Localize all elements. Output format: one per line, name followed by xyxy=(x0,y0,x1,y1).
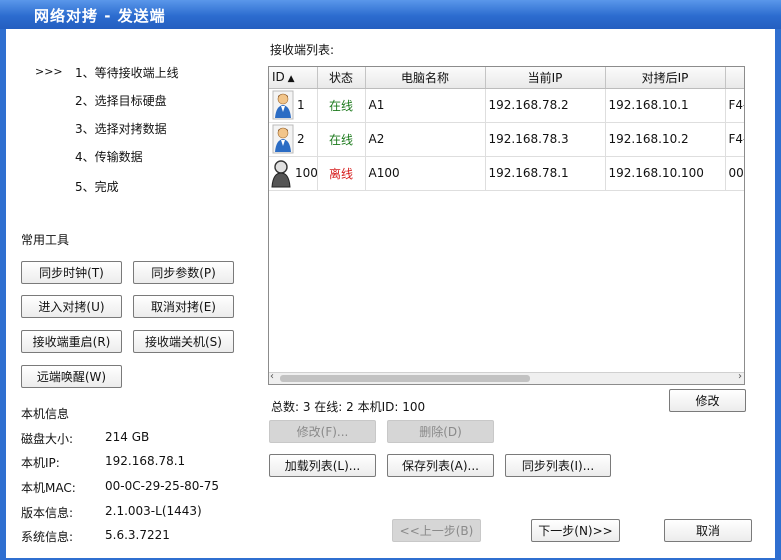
step-5: 5、完成 xyxy=(75,180,119,194)
table-row[interactable]: 2 在线 A2 192.168.78.3 192.168.10.2 F4- xyxy=(269,122,744,157)
user-online-icon xyxy=(272,124,294,154)
current-step-marker: >>> xyxy=(35,65,63,78)
row-computer-name: A1 xyxy=(365,88,486,123)
row-mac: 00- xyxy=(725,156,744,191)
next-step-button[interactable]: 下一步(N)>> xyxy=(531,519,620,542)
row-current-ip: 192.168.78.2 xyxy=(485,88,606,123)
column-header-status[interactable]: 状态 xyxy=(317,67,366,89)
row-computer-name: A100 xyxy=(365,156,486,191)
scrollbar-thumb[interactable] xyxy=(280,375,530,382)
row-status: 在线 xyxy=(317,88,366,123)
receiver-table[interactable]: ID ▲ 状态 电脑名称 当前IP 对拷后IP 1 在线 A1 192.168.… xyxy=(268,66,745,385)
remote-wake-button[interactable]: 远端唤醒(W) xyxy=(21,365,122,388)
sync-params-button[interactable]: 同步参数(P) xyxy=(133,261,234,284)
enter-copy-button[interactable]: 进入对拷(U) xyxy=(21,295,122,318)
sort-ascending-icon: ▲ xyxy=(284,74,295,85)
window-title: 网络对拷 - 发送端 xyxy=(0,0,781,29)
row-status: 离线 xyxy=(317,156,366,191)
table-row[interactable]: 1 在线 A1 192.168.78.2 192.168.10.1 F4- xyxy=(269,88,744,123)
row-mac: F4- xyxy=(725,122,744,157)
horizontal-scrollbar[interactable]: ‹ › xyxy=(269,371,744,384)
tools-title: 常用工具 xyxy=(21,233,70,247)
sync-list-button[interactable]: 同步列表(I)... xyxy=(505,454,611,477)
row-id: 2 xyxy=(297,132,305,146)
row-mac: F4- xyxy=(725,88,744,123)
delete-entry-button[interactable]: 删除(D) xyxy=(387,420,494,443)
local-ip-label: 本机IP: xyxy=(21,456,60,470)
row-current-ip: 192.168.78.1 xyxy=(485,156,606,191)
row-computer-name: A2 xyxy=(365,122,486,157)
row-after-ip: 192.168.10.100 xyxy=(605,156,726,191)
version-value: 2.1.003-L(1443) xyxy=(105,504,202,518)
step-3: 3、选择对拷数据 xyxy=(75,122,167,136)
modify-button[interactable]: 修改 xyxy=(669,389,746,412)
row-id: 1 xyxy=(297,98,305,112)
main-panel: >>> 1、等待接收端上线 2、选择目标硬盘 3、选择对拷数据 4、传输数据 5… xyxy=(6,29,775,558)
row-after-ip: 192.168.10.1 xyxy=(605,88,726,123)
scroll-left-icon[interactable]: ‹ xyxy=(270,371,274,382)
step-2: 2、选择目标硬盘 xyxy=(75,94,167,108)
user-offline-icon xyxy=(271,160,291,188)
scroll-right-icon[interactable]: › xyxy=(738,371,742,382)
cancel-copy-button[interactable]: 取消对拷(E) xyxy=(133,295,234,318)
column-header-id[interactable]: ID ▲ xyxy=(269,67,318,89)
row-status: 在线 xyxy=(317,122,366,157)
column-header-after-ip[interactable]: 对拷后IP xyxy=(605,67,726,89)
column-header-mac[interactable] xyxy=(725,67,744,89)
row-after-ip: 192.168.10.2 xyxy=(605,122,726,157)
modify-entry-button[interactable]: 修改(F)... xyxy=(269,420,376,443)
disk-size-value: 214 GB xyxy=(105,430,150,444)
shutdown-receiver-button[interactable]: 接收端关机(S) xyxy=(133,330,234,353)
receiver-summary: 总数: 3 在线: 2 本机ID: 100 xyxy=(271,400,426,414)
receiver-list-title: 接收端列表: xyxy=(270,43,335,57)
load-list-button[interactable]: 加载列表(L)... xyxy=(269,454,376,477)
step-4: 4、传输数据 xyxy=(75,150,143,164)
cancel-button[interactable]: 取消 xyxy=(664,519,752,542)
info-title: 本机信息 xyxy=(21,407,70,421)
user-online-icon xyxy=(272,90,294,120)
disk-size-label: 磁盘大小: xyxy=(21,432,74,446)
local-mac-value: 00-0C-29-25-80-75 xyxy=(105,479,220,493)
column-header-current-ip[interactable]: 当前IP xyxy=(485,67,606,89)
system-info-label: 系统信息: xyxy=(21,530,74,544)
local-mac-label: 本机MAC: xyxy=(21,481,76,495)
column-header-computer-name[interactable]: 电脑名称 xyxy=(365,67,486,89)
local-ip-value: 192.168.78.1 xyxy=(105,454,186,468)
table-row[interactable]: 100 离线 A100 192.168.78.1 192.168.10.100 … xyxy=(269,156,744,191)
column-header-id-label: ID xyxy=(272,70,285,85)
row-id: 100 xyxy=(295,166,317,180)
sync-clock-button[interactable]: 同步时钟(T) xyxy=(21,261,122,284)
system-info-value: 5.6.3.7221 xyxy=(105,528,170,542)
restart-receiver-button[interactable]: 接收端重启(R) xyxy=(21,330,122,353)
save-list-button[interactable]: 保存列表(A)... xyxy=(387,454,494,477)
step-1: 1、等待接收端上线 xyxy=(75,66,179,80)
previous-step-button[interactable]: <<上一步(B) xyxy=(392,519,481,542)
row-current-ip: 192.168.78.3 xyxy=(485,122,606,157)
version-label: 版本信息: xyxy=(21,506,74,520)
